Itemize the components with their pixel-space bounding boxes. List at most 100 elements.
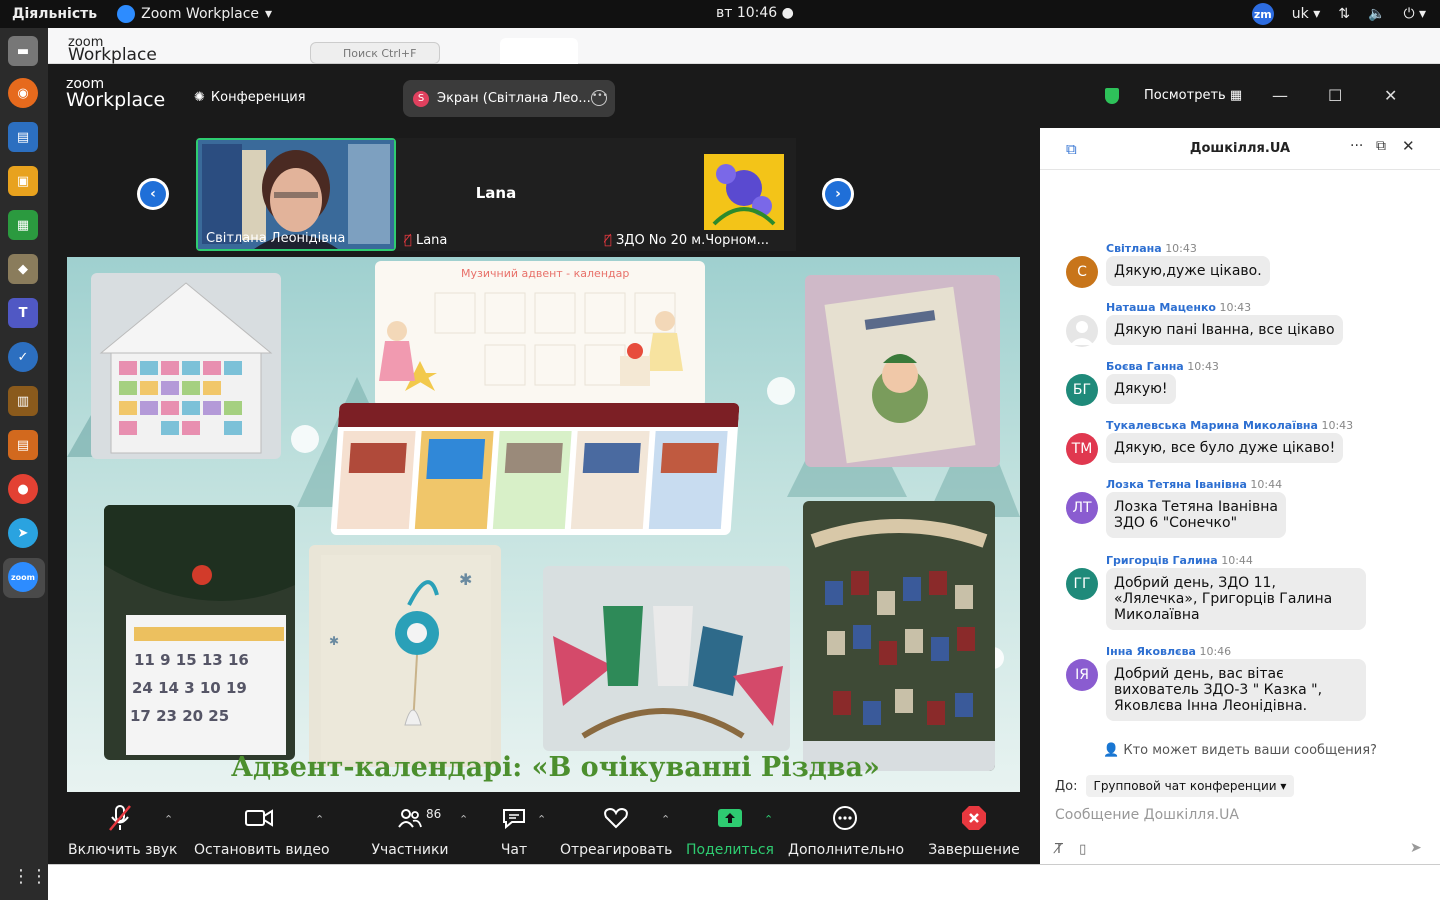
conference-info-button[interactable]: ✺ Конференция xyxy=(194,90,306,105)
popout-icon[interactable]: ⧉ xyxy=(1376,138,1386,154)
activities-button[interactable]: Діяльність xyxy=(12,6,97,22)
people-icon: 👤 xyxy=(1103,743,1120,758)
conference-label: Конференция xyxy=(210,90,306,105)
more-options-icon[interactable]: ••• xyxy=(591,90,608,106)
meeting-controls: Включить звук ⌃ Остановить видео ⌃ 86 Уч… xyxy=(48,799,1038,864)
react-button[interactable]: Отреагировать xyxy=(560,799,672,858)
video-tile-svitlana[interactable]: Світлана Леонідівна xyxy=(196,138,396,251)
message-bubble: Добрий день, ЗДО 11, «Лялечка», Григорці… xyxy=(1106,568,1366,630)
send-icon[interactable]: ➤ xyxy=(1410,840,1422,856)
view-button[interactable]: Посмотреть ▦ xyxy=(1144,88,1242,103)
share-options-caret[interactable]: ⌃ xyxy=(764,813,773,826)
avatar xyxy=(1066,315,1098,347)
video-camera-icon xyxy=(194,799,324,837)
image-viewer-icon[interactable]: ◆ xyxy=(8,254,38,284)
clock[interactable]: вт 10:46 ● xyxy=(716,5,794,21)
chat-button[interactable]: Чат xyxy=(492,799,536,858)
logo-workplace-text: Workplace xyxy=(66,89,166,111)
chat-more-icon[interactable]: ··· xyxy=(1350,138,1363,154)
participants-options-caret[interactable]: ⌃ xyxy=(459,813,468,826)
message-meta: Тукалевська Марина Миколаївна 10:43 xyxy=(1106,419,1353,432)
slide-caption: Адвент-календарі: «В очікуванні Різдва» xyxy=(231,752,880,783)
stop-video-button[interactable]: Остановить видео xyxy=(194,799,330,858)
zoom-tray-icon[interactable]: zm xyxy=(1251,3,1274,25)
calc-icon[interactable]: ▦ xyxy=(8,210,38,240)
close-icon[interactable]: ✕ xyxy=(1384,86,1397,105)
recipient-select[interactable]: Групповой чат конференции ▾ xyxy=(1085,775,1295,797)
prev-page-button[interactable]: ‹ xyxy=(137,178,169,210)
language-indicator[interactable]: uk ▾ xyxy=(1292,6,1320,22)
firefox-icon[interactable]: ◉ xyxy=(8,78,38,108)
share-screen-icon xyxy=(684,799,776,837)
shared-screen[interactable]: Музичний адвент - календар 11 9 15 13 16… xyxy=(67,257,1020,792)
snowflake-card-drawing: ✱ ✱ xyxy=(321,555,491,760)
recipient-value: Групповой чат конференции xyxy=(1093,779,1277,793)
maximize-icon[interactable]: ☐ xyxy=(1328,86,1342,105)
file-icon[interactable]: ▯ xyxy=(1079,842,1086,857)
video-tile-zdo20[interactable]: 🎙̸ ЗДО No 20 м.Чорном... xyxy=(596,138,796,251)
recipient-label: До: xyxy=(1055,778,1078,794)
message-bubble: Дякую пані Іванна, все цікаво xyxy=(1106,315,1343,345)
default-user-icon xyxy=(1070,321,1094,345)
audio-options-caret[interactable]: ⌃ xyxy=(164,813,173,826)
app-check-icon[interactable]: ✓ xyxy=(8,342,38,372)
video-tile-lana[interactable]: Lana 🎙̸ Lana xyxy=(396,138,596,251)
participants-button[interactable]: 86 Участники xyxy=(368,799,452,858)
more-button[interactable]: Дополнительно xyxy=(788,799,904,858)
end-button[interactable]: Завершение xyxy=(928,799,1020,858)
share-button[interactable]: Поделиться xyxy=(684,799,776,858)
react-label: Отреагировать xyxy=(560,842,673,858)
angels-drawing xyxy=(379,292,683,391)
impress-icon[interactable]: ▣ xyxy=(8,166,38,196)
files-icon[interactable]: ▬ xyxy=(8,36,38,66)
svg-text:24 14 3 10 19: 24 14 3 10 19 xyxy=(132,679,247,697)
chat-options-caret[interactable]: ⌃ xyxy=(537,813,546,826)
power-icon[interactable]: ⏻ ▾ xyxy=(1403,6,1426,22)
app-menu[interactable]: Zoom Workplace ▾ xyxy=(117,5,272,23)
security-shield-icon[interactable] xyxy=(1105,88,1119,104)
slide-small-title: Музичний адвент - календар xyxy=(461,267,630,280)
language-label: uk xyxy=(1291,6,1309,22)
screen-share-pill[interactable]: S Экран (Світлана Лео... ••• xyxy=(403,80,615,117)
avatar: ЛТ xyxy=(1066,492,1098,524)
tile-name-row: 🎙̸ ЗДО No 20 м.Чорном... xyxy=(604,233,769,248)
chevron-left-icon: ‹ xyxy=(140,181,166,207)
tile-name: Світлана Леонідівна xyxy=(206,231,346,246)
next-page-button[interactable]: › xyxy=(822,178,854,210)
who-can-see-link[interactable]: 👤 Кто может видеть ваши сообщения? xyxy=(1040,743,1440,758)
dock: ▬ ◉ ▤ ▣ ▦ ◆ T ✓ ▥ ▤ ● ➤ zoom ⋮⋮⋮ xyxy=(0,28,66,900)
minimize-icon[interactable]: — xyxy=(1272,86,1288,105)
mic-muted-icon xyxy=(68,799,172,837)
tile-center-name: Lana xyxy=(475,184,517,202)
film-icon[interactable]: ▥ xyxy=(8,386,38,416)
format-text-icon[interactable]: T̸ xyxy=(1055,842,1063,857)
unmute-button[interactable]: Включить звук xyxy=(68,799,177,858)
main-search-input[interactable]: Поиск Ctrl+F xyxy=(310,42,440,64)
message-line: Добрий день, ЗДО 11, xyxy=(1114,575,1276,591)
hanging-bags-drawing xyxy=(803,519,995,771)
telegram-icon[interactable]: ➤ xyxy=(8,518,38,548)
teams-icon[interactable]: T xyxy=(8,298,38,328)
react-options-caret[interactable]: ⌃ xyxy=(661,813,670,826)
meeting-header: zoom Workplace ✺ Конференция S Экран (Св… xyxy=(48,64,1440,128)
snowflake-decoration xyxy=(767,377,795,405)
volume-icon[interactable]: 🔈 xyxy=(1368,6,1385,22)
system-tray: zm uk ▾ ⇅ 🔈 ⏻ ▾ xyxy=(1251,3,1426,25)
home-tab[interactable] xyxy=(500,38,578,66)
chrome-icon[interactable]: ● xyxy=(8,474,38,504)
writer-icon[interactable]: ▤ xyxy=(8,122,38,152)
video-options-caret[interactable]: ⌃ xyxy=(315,813,324,826)
message-bubble: Добрий день, вас вітає вихователь ЗДО-3 … xyxy=(1106,659,1366,721)
recipient-row: До: Групповой чат конференции ▾ xyxy=(1055,775,1295,797)
message-meta: Григорців Галина 10:44 xyxy=(1106,554,1253,567)
message-input[interactable]: Сообщение Дошкілля.UA xyxy=(1055,807,1239,823)
network-icon[interactable]: ⇅ xyxy=(1338,6,1350,22)
desktop: Діяльність Zoom Workplace ▾ вт 10:46 ● z… xyxy=(0,0,1440,900)
chat-close-icon[interactable]: ✕ xyxy=(1402,137,1415,155)
document-viewer-icon[interactable]: ▤ xyxy=(8,430,38,460)
app-menu-label: Zoom Workplace xyxy=(141,6,260,22)
zoom-dock-icon[interactable]: zoom xyxy=(8,562,38,592)
message-line: ЗДО 6 "Сонечко" xyxy=(1114,515,1238,531)
main-brand-workplace: Workplace xyxy=(68,45,157,65)
tile-name-row: 🎙̸ Lana xyxy=(404,233,447,248)
